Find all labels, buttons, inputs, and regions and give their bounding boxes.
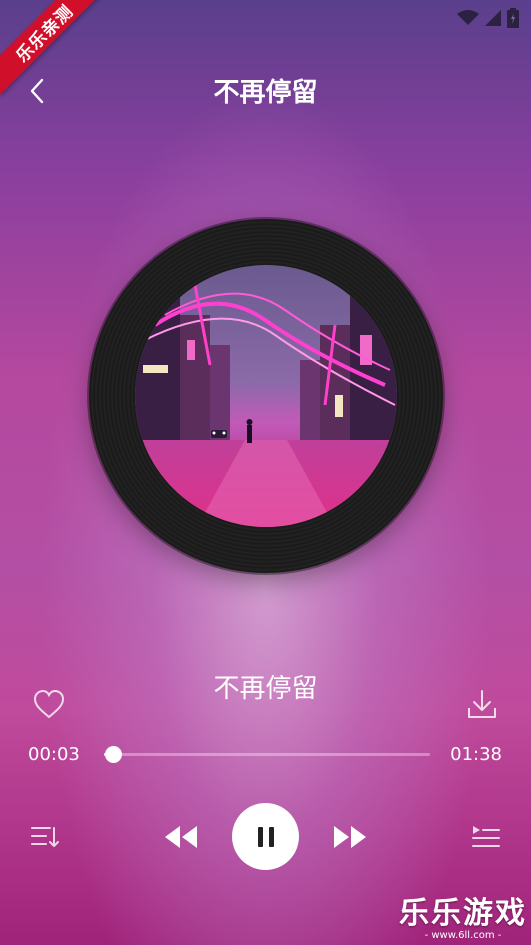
album-art-image (135, 265, 397, 527)
song-name: 不再停留 (213, 674, 318, 704)
ribbon-text: 乐乐亲测 (12, 1, 78, 67)
watermark-title: 乐乐游戏 (399, 896, 527, 931)
header: 不再停留 (0, 64, 531, 120)
queue-list-icon (472, 826, 500, 847)
download-icon (468, 690, 496, 718)
list-order-icon (31, 827, 59, 847)
progress-thumb[interactable] (105, 746, 123, 763)
favorite-button[interactable] (32, 688, 66, 722)
download-button[interactable] (465, 688, 499, 722)
total-time: 01:38 (450, 744, 502, 765)
cell-signal-icon (485, 10, 501, 26)
rewind-icon (165, 826, 197, 848)
progress-slider[interactable] (104, 746, 430, 763)
status-icons (457, 8, 519, 28)
playlist-mode-button[interactable] (28, 822, 62, 852)
previous-button[interactable] (162, 820, 200, 854)
current-time: 00:03 (28, 744, 80, 765)
album-art (135, 265, 397, 527)
watermark: 乐乐游戏 - www.6ll.com - (399, 888, 527, 941)
pause-icon (257, 826, 274, 847)
pause-button[interactable] (232, 803, 299, 870)
status-bar: 乐乐亲测 (0, 0, 531, 95)
battery-icon (507, 8, 519, 28)
queue-button[interactable] (469, 822, 503, 852)
heart-icon (33, 689, 65, 719)
page-title: 不再停留 (213, 78, 318, 108)
wifi-icon (457, 10, 479, 25)
next-button[interactable] (331, 820, 369, 854)
fast-forward-icon (334, 826, 366, 848)
